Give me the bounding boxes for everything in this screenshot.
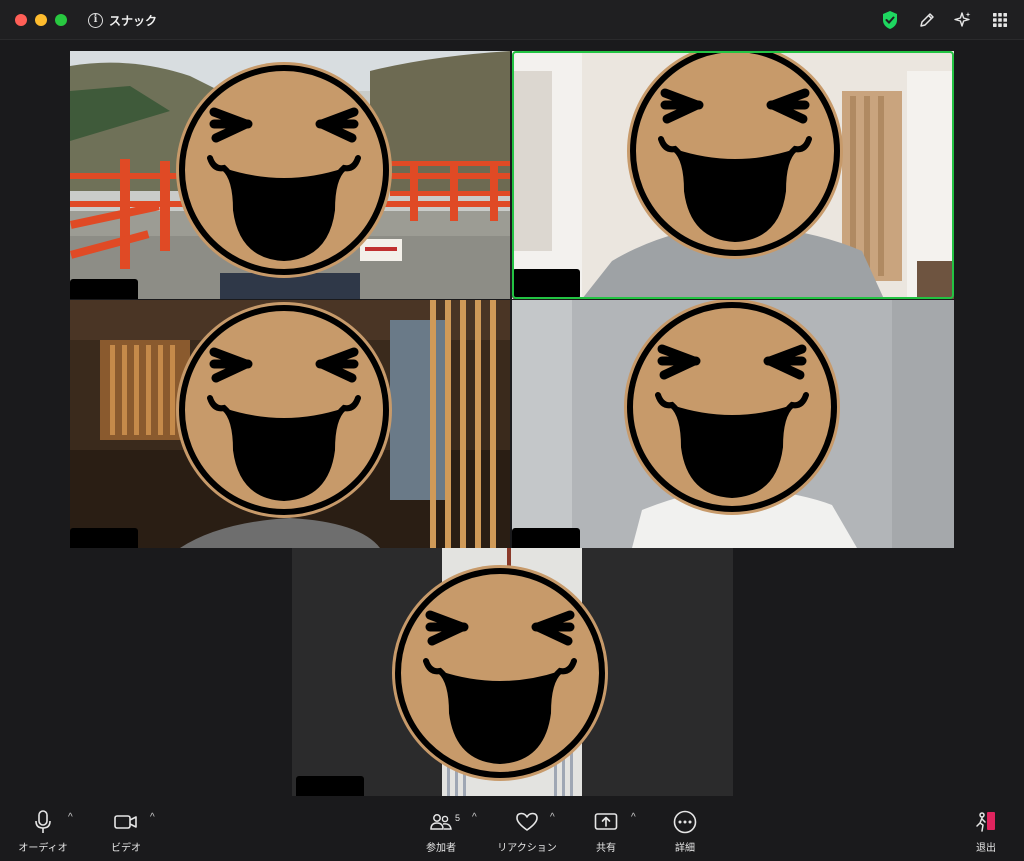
security-shield-icon[interactable]	[879, 10, 901, 30]
apps-grid-icon[interactable]	[989, 10, 1011, 30]
participant-name-label	[296, 776, 364, 796]
audio-button[interactable]: オーディオ	[15, 808, 71, 854]
video-button[interactable]: ビデオ	[104, 808, 148, 854]
participant-name-label	[70, 279, 138, 299]
participants-options-chevron-up-icon[interactable]: ^	[472, 812, 477, 823]
laughing-face-sticker	[625, 51, 845, 261]
participant-video-tile[interactable]	[70, 300, 510, 548]
laughing-face-sticker	[174, 60, 394, 280]
title-bar: i スナック	[0, 0, 1024, 40]
video-options-chevron-up-icon[interactable]: ^	[150, 812, 155, 823]
reactions-options-chevron-up-icon[interactable]: ^	[550, 812, 555, 823]
more-button[interactable]: 詳細	[670, 808, 700, 854]
participant-video-tile[interactable]	[512, 300, 954, 548]
participant-video-tile[interactable]	[292, 548, 733, 796]
audio-label: オーディオ	[18, 843, 68, 854]
meeting-toolbar: オーディオ ^ ビデオ ^ 参加者 5 ^ リアクション ^ 共有 ^ 詳細 退…	[0, 804, 1024, 861]
more-ellipsis-icon	[673, 808, 697, 836]
leave-button[interactable]: 退出	[972, 808, 1000, 854]
participants-label: 参加者	[426, 843, 456, 854]
laughing-face-sticker	[390, 563, 610, 783]
participant-name-label	[70, 528, 138, 548]
participant-video-tile[interactable]	[70, 51, 510, 299]
window-zoom-button[interactable]	[55, 14, 67, 26]
ai-sparkle-icon[interactable]	[952, 10, 974, 30]
leave-door-icon	[974, 808, 998, 836]
share-options-chevron-up-icon[interactable]: ^	[631, 812, 636, 823]
info-icon: i	[88, 12, 103, 28]
annotate-pen-icon[interactable]	[916, 10, 938, 30]
video-camera-icon	[114, 808, 138, 836]
audio-options-chevron-up-icon[interactable]: ^	[68, 812, 73, 823]
reactions-label: リアクション	[497, 843, 557, 854]
more-label: 詳細	[675, 843, 695, 854]
share-label: 共有	[596, 843, 616, 854]
leave-label: 退出	[976, 843, 996, 854]
meeting-info-button[interactable]: i スナック	[88, 11, 157, 29]
participant-name-label	[512, 528, 580, 548]
participants-icon	[430, 808, 452, 836]
video-gallery	[0, 41, 1024, 804]
microphone-icon	[34, 808, 52, 836]
participants-count: 5	[455, 813, 461, 823]
share-screen-icon	[594, 808, 618, 836]
video-label: ビデオ	[111, 843, 141, 854]
laughing-face-sticker	[174, 300, 394, 520]
share-button[interactable]: 共有	[590, 808, 622, 854]
laughing-face-sticker	[622, 300, 842, 517]
participant-video-tile-active[interactable]	[512, 51, 954, 299]
participant-name-label	[512, 269, 580, 299]
window-minimize-button[interactable]	[35, 14, 47, 26]
meeting-title: スナック	[109, 13, 158, 28]
window-close-button[interactable]	[15, 14, 27, 26]
heart-icon	[515, 808, 539, 836]
